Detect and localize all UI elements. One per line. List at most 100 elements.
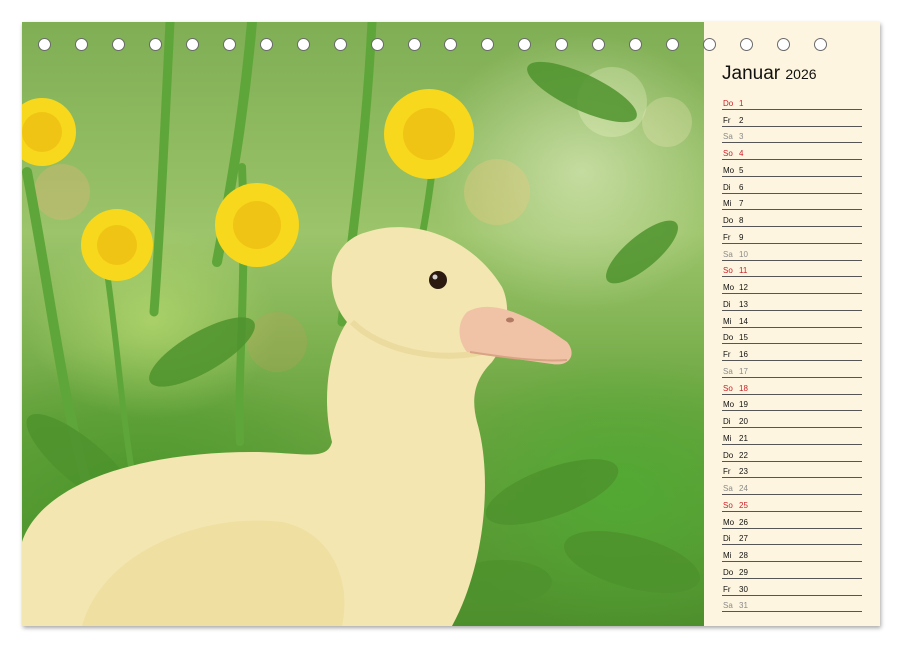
weekday-label: Sa <box>723 484 733 493</box>
binding-ring <box>444 38 458 51</box>
weekday-label: Fr <box>723 467 731 477</box>
spiral-binding <box>22 38 880 58</box>
weekday-label: Sa <box>723 249 733 259</box>
binding-ring <box>481 38 495 51</box>
day-number: 27 <box>739 534 748 544</box>
day-row: Do 15 <box>722 328 862 345</box>
day-number: 4 <box>739 149 744 158</box>
day-row: Mi 28 <box>722 545 862 562</box>
binding-ring <box>555 38 569 51</box>
day-number: 6 <box>739 182 744 192</box>
weekday-label: So <box>723 266 733 276</box>
day-row: Do 29 <box>722 562 862 579</box>
binding-ring <box>518 38 532 51</box>
day-row: Do 22 <box>722 445 862 462</box>
weekday-label: Fr <box>723 115 731 125</box>
weekday-label: Fr <box>723 584 731 594</box>
day-number: 11 <box>739 266 748 276</box>
day-number: 29 <box>739 567 748 577</box>
day-number: 22 <box>739 450 748 460</box>
day-row: Sa 10 <box>722 244 862 261</box>
day-number: 5 <box>739 165 744 175</box>
day-row: So 18 <box>722 378 862 395</box>
weekday-label: So <box>723 500 733 510</box>
weekday-label: Do <box>723 333 734 343</box>
weekday-label: So <box>723 149 733 158</box>
weekday-label: Do <box>723 450 734 460</box>
day-number: 26 <box>739 517 748 527</box>
binding-ring <box>666 38 680 51</box>
weekday-label: Di <box>723 534 731 544</box>
binding-ring <box>148 38 162 51</box>
day-row: So 11 <box>722 261 862 278</box>
day-row: Mo 19 <box>722 395 862 412</box>
day-row: Sa 31 <box>722 596 862 613</box>
binding-ring <box>592 38 606 51</box>
day-number: 20 <box>739 417 748 426</box>
day-row: Mo 26 <box>722 512 862 529</box>
day-row: Do 1 <box>722 93 862 110</box>
weekday-label: Di <box>723 182 731 192</box>
day-number: 2 <box>739 115 744 125</box>
binding-ring <box>38 38 51 51</box>
day-number: 16 <box>739 350 748 359</box>
day-number: 28 <box>739 551 748 560</box>
day-row: Di 13 <box>722 294 862 311</box>
day-number: 25 <box>739 500 748 510</box>
weekday-label: Fr <box>723 232 731 242</box>
day-row: Sa 17 <box>722 361 862 378</box>
day-number: 19 <box>739 400 748 410</box>
calendar-panel: Januar 2026 Do 1 Fr 2 Sa 3 So 4 Mo 5 Di 6 Mi 7 Do 8 Fr 9 S… <box>704 22 880 626</box>
weekday-label: Do <box>723 98 734 108</box>
flower-1 <box>22 98 76 166</box>
weekday-label: Mo <box>723 400 735 410</box>
day-row: Fr 23 <box>722 462 862 479</box>
day-row: Mi 14 <box>722 311 862 328</box>
weekday-label: Mi <box>723 551 732 560</box>
day-row: Di 6 <box>722 177 862 194</box>
day-number: 9 <box>739 232 744 242</box>
day-number: 24 <box>739 484 748 493</box>
day-number: 12 <box>739 283 748 292</box>
binding-ring <box>296 38 310 51</box>
day-row: Di 20 <box>722 411 862 428</box>
day-row: Fr 9 <box>722 227 862 244</box>
weekday-label: Sa <box>723 601 733 611</box>
day-number: 8 <box>739 216 744 225</box>
day-list: Do 1 Fr 2 Sa 3 So 4 Mo 5 Di 6 Mi 7 Do 8 Fr 9 Sa 10 So 11 Mo 12 D… <box>722 93 862 613</box>
duckling-photo <box>22 22 704 626</box>
weekday-label: Mi <box>723 199 732 209</box>
day-number: 1 <box>739 98 744 108</box>
weekday-label: Di <box>723 299 731 309</box>
day-number: 13 <box>739 299 748 309</box>
day-row: Sa 24 <box>722 478 862 495</box>
binding-ring <box>111 38 125 51</box>
day-row: Mo 5 <box>722 160 862 177</box>
weekday-label: Do <box>723 567 734 577</box>
weekday-label: Mo <box>723 283 735 292</box>
weekday-label: Mi <box>723 433 732 443</box>
day-number: 10 <box>739 249 748 259</box>
binding-ring <box>629 38 643 51</box>
calendar-page: Januar 2026 Do 1 Fr 2 Sa 3 So 4 Mo 5 Di 6 Mi 7 Do 8 Fr 9 S… <box>22 22 880 626</box>
binding-ring <box>407 38 421 51</box>
month-title: Januar 2026 <box>722 63 817 85</box>
weekday-label: Sa <box>723 132 733 142</box>
weekday-label: Mi <box>723 316 732 326</box>
day-row: Sa 3 <box>722 127 862 144</box>
binding-ring <box>259 38 273 51</box>
weekday-label: Di <box>723 417 731 426</box>
day-row: Di 27 <box>722 529 862 546</box>
day-row: So 25 <box>722 495 862 512</box>
weekday-label: Mo <box>723 165 735 175</box>
day-row: Fr 2 <box>722 110 862 127</box>
weekday-label: Fr <box>723 350 731 359</box>
day-number: 18 <box>739 383 748 393</box>
weekday-label: Mo <box>723 517 735 527</box>
day-row: Do 8 <box>722 210 862 227</box>
binding-ring <box>74 38 88 51</box>
binding-ring <box>370 38 384 51</box>
day-number: 23 <box>739 467 748 477</box>
day-row: Fr 16 <box>722 344 862 361</box>
binding-ring <box>333 38 347 51</box>
